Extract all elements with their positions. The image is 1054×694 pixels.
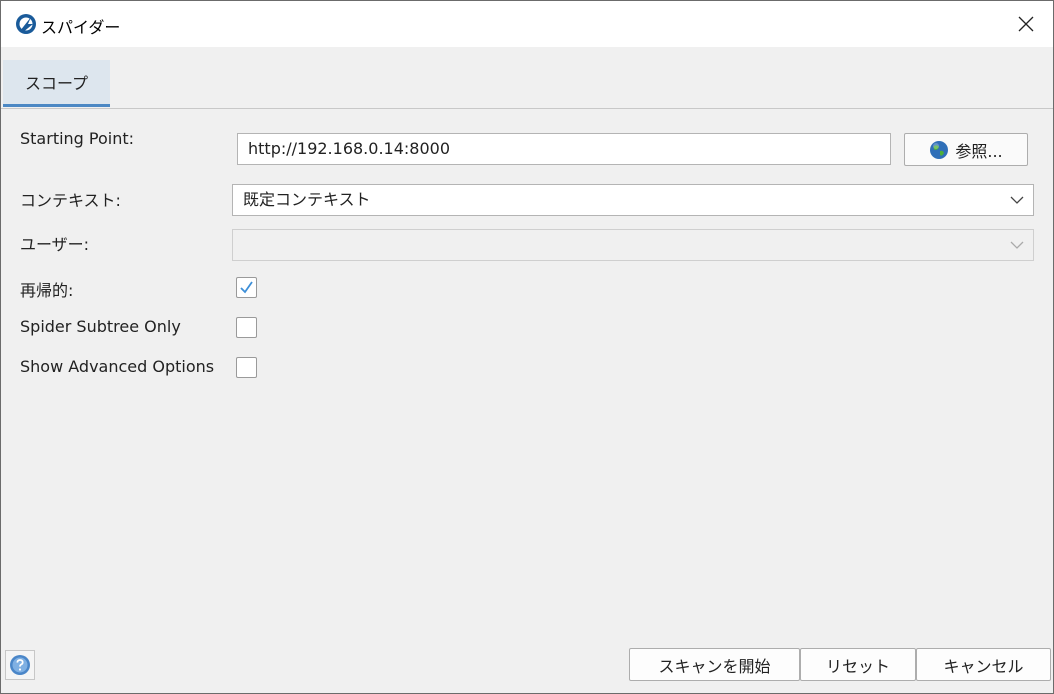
window-title: スパイダー xyxy=(41,18,121,37)
cancel-button[interactable]: キャンセル xyxy=(916,648,1051,681)
starting-point-label: Starting Point: xyxy=(20,129,135,148)
context-label: コンテキスト: xyxy=(20,191,121,210)
recurse-label: 再帰的: xyxy=(20,281,74,300)
start-scan-button[interactable]: スキャンを開始 xyxy=(629,648,800,681)
browse-button[interactable]: 参照... xyxy=(904,133,1028,166)
context-select-value: 既定コンテキスト xyxy=(243,190,371,209)
close-button[interactable] xyxy=(1009,9,1043,39)
advanced-options-checkbox[interactable] xyxy=(236,357,257,378)
subtree-only-label: Spider Subtree Only xyxy=(20,317,181,336)
help-icon xyxy=(10,655,30,675)
checkmark-icon xyxy=(240,281,253,294)
user-select[interactable] xyxy=(232,229,1034,261)
browse-button-label: 参照... xyxy=(955,141,1003,161)
title-bar: スパイダー xyxy=(1,1,1053,47)
reset-button[interactable]: リセット xyxy=(800,648,916,681)
globe-icon xyxy=(930,140,949,159)
zap-logo-icon xyxy=(16,14,36,34)
tab-bar: スコープ xyxy=(1,47,1053,109)
recurse-checkbox[interactable] xyxy=(236,277,257,298)
chevron-down-icon xyxy=(1010,196,1024,204)
context-select[interactable]: 既定コンテキスト xyxy=(232,184,1034,216)
tab-scope[interactable]: スコープ xyxy=(3,60,110,107)
close-icon xyxy=(1018,16,1034,32)
subtree-only-checkbox[interactable] xyxy=(236,317,257,338)
chevron-down-icon xyxy=(1010,241,1024,249)
advanced-options-label: Show Advanced Options xyxy=(20,357,215,376)
help-button[interactable] xyxy=(5,650,35,680)
user-label: ユーザー: xyxy=(20,235,90,254)
starting-point-input[interactable]: http://192.168.0.14:8000 xyxy=(237,133,891,165)
